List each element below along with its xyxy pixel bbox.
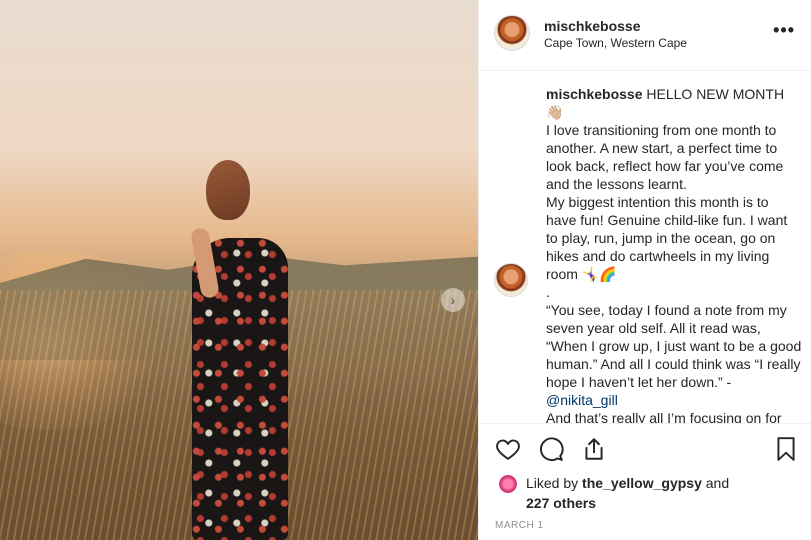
- caption-username[interactable]: mischkebosse: [546, 86, 643, 102]
- post-location[interactable]: Cape Town, Western Cape: [544, 36, 687, 50]
- photo-woman-head: [206, 160, 250, 220]
- liker-avatar[interactable]: [499, 475, 517, 493]
- caption-author-avatar[interactable]: [494, 263, 528, 297]
- liked-by-prefix: Liked by: [526, 475, 583, 491]
- comments-section[interactable]: mischkebosse HELLO NEW MONTH 👋🏼 I love t…: [479, 71, 811, 423]
- likes-count[interactable]: 227 others: [526, 495, 596, 511]
- post-caption: mischkebosse HELLO NEW MONTH 👋🏼 I love t…: [546, 85, 802, 423]
- caption-mention-link[interactable]: @nikita_gill: [546, 392, 618, 408]
- likes-summary: Liked by the_yellow_gypsy and 227 others: [479, 470, 811, 514]
- liked-by-suffix: and: [701, 475, 730, 491]
- post-photo[interactable]: ›: [0, 0, 478, 540]
- author-username[interactable]: mischkebosse: [544, 18, 641, 34]
- author-avatar[interactable]: [494, 15, 530, 51]
- caption-text-continued: And that’s really all I’m focusing on fo…: [546, 410, 782, 423]
- post-sidebar: mischkebosse Cape Town, Western Cape •••…: [478, 0, 811, 540]
- liked-by-text: Liked by the_yellow_gypsy and 227 others: [526, 473, 796, 513]
- heart-icon[interactable]: [495, 436, 521, 462]
- photo-woman: [190, 160, 302, 540]
- share-icon[interactable]: [581, 436, 607, 462]
- liker-username[interactable]: the_yellow_gypsy: [582, 475, 702, 491]
- caption-text: HELLO NEW MONTH 👋🏼 I love transitioning …: [546, 86, 802, 390]
- comment-icon[interactable]: [538, 436, 564, 462]
- post-date[interactable]: MARCH 1: [495, 520, 544, 531]
- post-header: mischkebosse Cape Town, Western Cape •••: [479, 0, 811, 71]
- bookmark-icon[interactable]: [773, 436, 799, 462]
- instagram-post: › mischkebosse Cape Town, Western Cape •…: [0, 0, 811, 540]
- next-photo-button[interactable]: ›: [441, 288, 465, 312]
- more-options-icon[interactable]: •••: [773, 20, 795, 41]
- chevron-right-icon: ›: [450, 292, 456, 308]
